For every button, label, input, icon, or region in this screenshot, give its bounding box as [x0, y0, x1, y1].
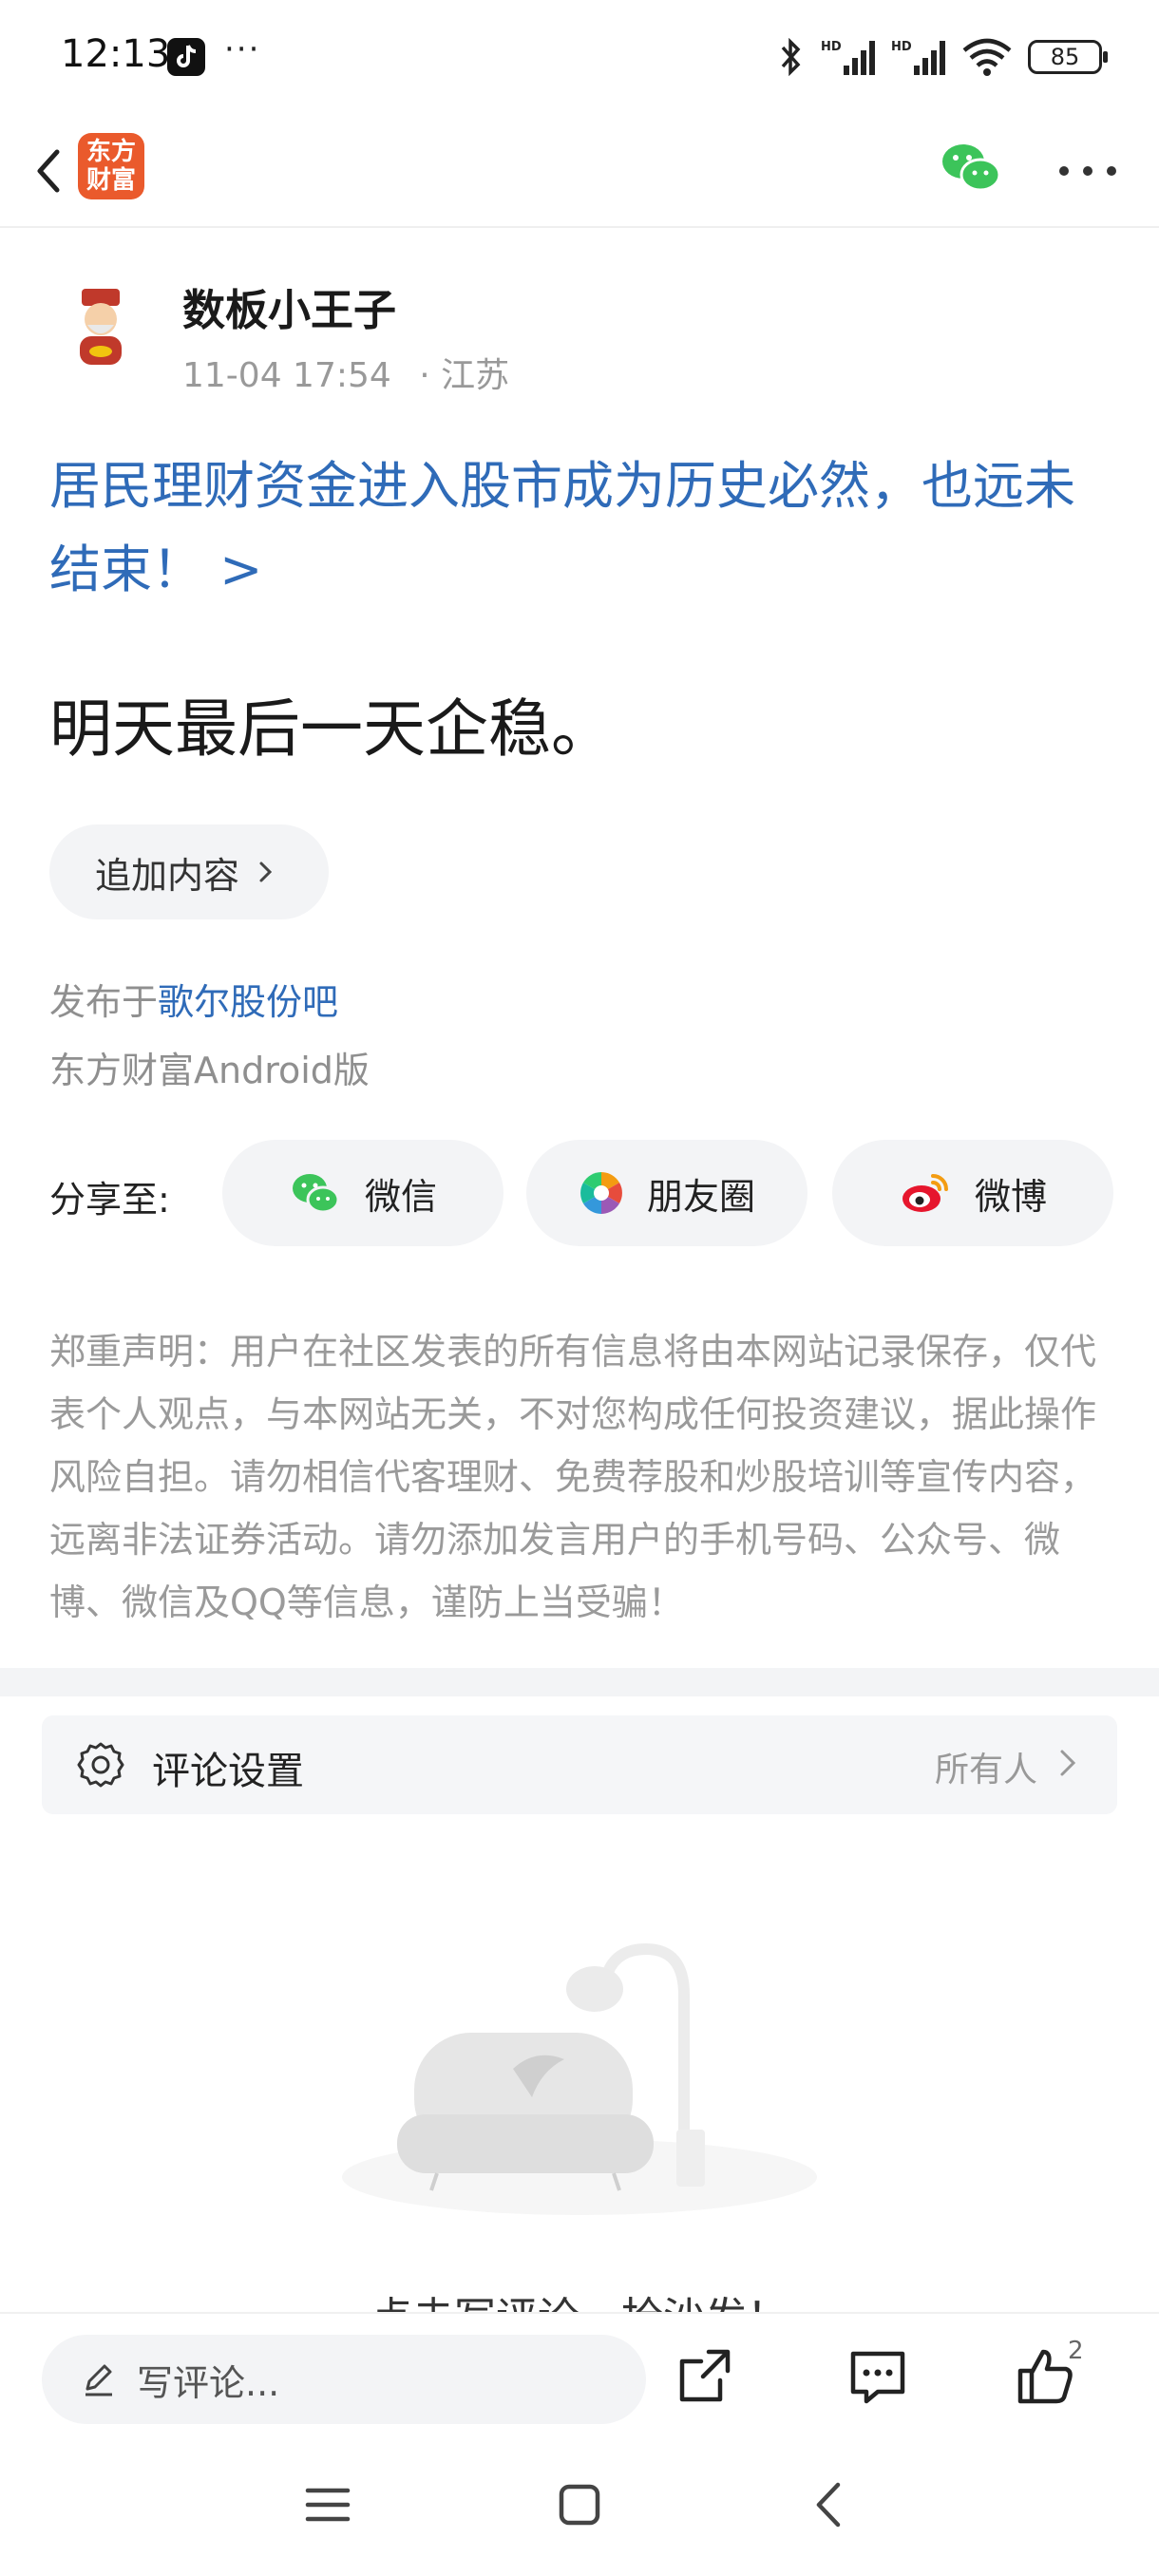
avatar[interactable]	[53, 279, 148, 374]
post-meta: 11-04 17:54 · 江苏	[182, 348, 509, 397]
more-button[interactable]	[1054, 142, 1121, 199]
like-count: 2	[1068, 2337, 1084, 2365]
empty-comments-illustration	[332, 1928, 826, 2223]
comment-input-placeholder: 写评论...	[137, 2361, 280, 2404]
bluetooth-icon	[781, 38, 801, 76]
share-weibo-button[interactable]: 微博	[832, 1140, 1113, 1246]
append-content-button[interactable]: 追加内容	[49, 824, 329, 919]
home-square-icon	[559, 2484, 600, 2526]
top-nav-bar: 东方 财富	[0, 114, 1159, 228]
post-body: 明天最后一天企稳。	[49, 692, 614, 766]
battery-icon: 85	[1028, 40, 1108, 74]
bottom-action-bar: 写评论... 2	[0, 2312, 1159, 2435]
section-divider	[0, 1668, 1159, 1696]
brand-logo-text: 东方 财富	[86, 138, 136, 195]
status-bar: 12:13 ··· HD HD 85	[0, 0, 1159, 114]
post-time: 11-04 17:54	[182, 356, 391, 395]
share-out-button[interactable]	[667, 2339, 743, 2415]
published-prefix: 发布于	[49, 981, 159, 1023]
comment-settings-value: 所有人	[934, 1751, 1037, 1790]
wechat-icon	[292, 1174, 340, 1214]
append-content-label: 追加内容	[95, 854, 240, 897]
system-navigation-bar	[0, 2435, 1159, 2576]
share-wechat-button[interactable]: 微信	[222, 1140, 504, 1246]
wechat-icon	[942, 144, 1001, 192]
chevron-right-icon	[1060, 1750, 1076, 1776]
brand-logo: 东方 财富	[78, 133, 144, 199]
share-label: 分享至:	[49, 1179, 170, 1221]
share-moments-button[interactable]: 朋友圈	[526, 1140, 808, 1246]
system-back-button[interactable]	[798, 2472, 864, 2538]
menu-button[interactable]	[294, 2472, 361, 2538]
share-wechat-label: 微信	[364, 1175, 437, 1218]
author-name[interactable]: 数板小王子	[182, 275, 396, 337]
share-moments-label: 朋友圈	[646, 1175, 755, 1218]
svg-text:HD: HD	[821, 40, 842, 54]
pencil-icon	[86, 2364, 112, 2396]
status-time: 12:13	[61, 32, 171, 76]
comment-button[interactable]	[840, 2339, 916, 2415]
svg-text:HD: HD	[891, 40, 912, 54]
comment-settings-row[interactable]: 评论设置 所有人	[42, 1715, 1117, 1814]
more-icon	[1059, 166, 1116, 176]
gear-icon	[77, 1742, 124, 1788]
status-icons: HD HD 85	[777, 34, 1108, 80]
post-title-link[interactable]: 居民理财资金进入股市成为历史必然，也远未结束！ >	[49, 445, 1113, 612]
chevron-right-icon	[259, 862, 273, 882]
tiktok-icon	[167, 38, 205, 76]
back-chevron-icon	[816, 2482, 841, 2528]
comment-icon	[850, 2351, 905, 2404]
moments-icon	[580, 1172, 622, 1214]
post-location: · 江苏	[419, 356, 510, 395]
disclaimer-text: 郑重声明：用户在社区发表的所有信息将由本网站记录保存，仅代表个人观点，与本网站无…	[49, 1331, 1097, 1623]
share-weibo-label: 微博	[974, 1175, 1047, 1218]
wifi-icon	[962, 38, 1012, 76]
wechat-share-button[interactable]	[937, 133, 1005, 201]
home-button[interactable]	[546, 2472, 613, 2538]
status-more-dots: ···	[224, 30, 261, 68]
comment-input[interactable]: 写评论...	[42, 2335, 646, 2424]
client-version: 东方财富Android版	[49, 1050, 370, 1091]
menu-icon	[305, 2488, 351, 2522]
weibo-icon	[902, 1174, 948, 1212]
comment-settings-label: 评论设置	[152, 1750, 304, 1793]
stock-bar-link[interactable]: 歌尔股份吧	[158, 981, 338, 1023]
share-out-icon	[679, 2349, 731, 2402]
signal-hd-icon: HD	[891, 40, 945, 75]
published-in: 发布于歌尔股份吧	[49, 973, 338, 1025]
signal-hd-icon: HD	[821, 40, 875, 75]
